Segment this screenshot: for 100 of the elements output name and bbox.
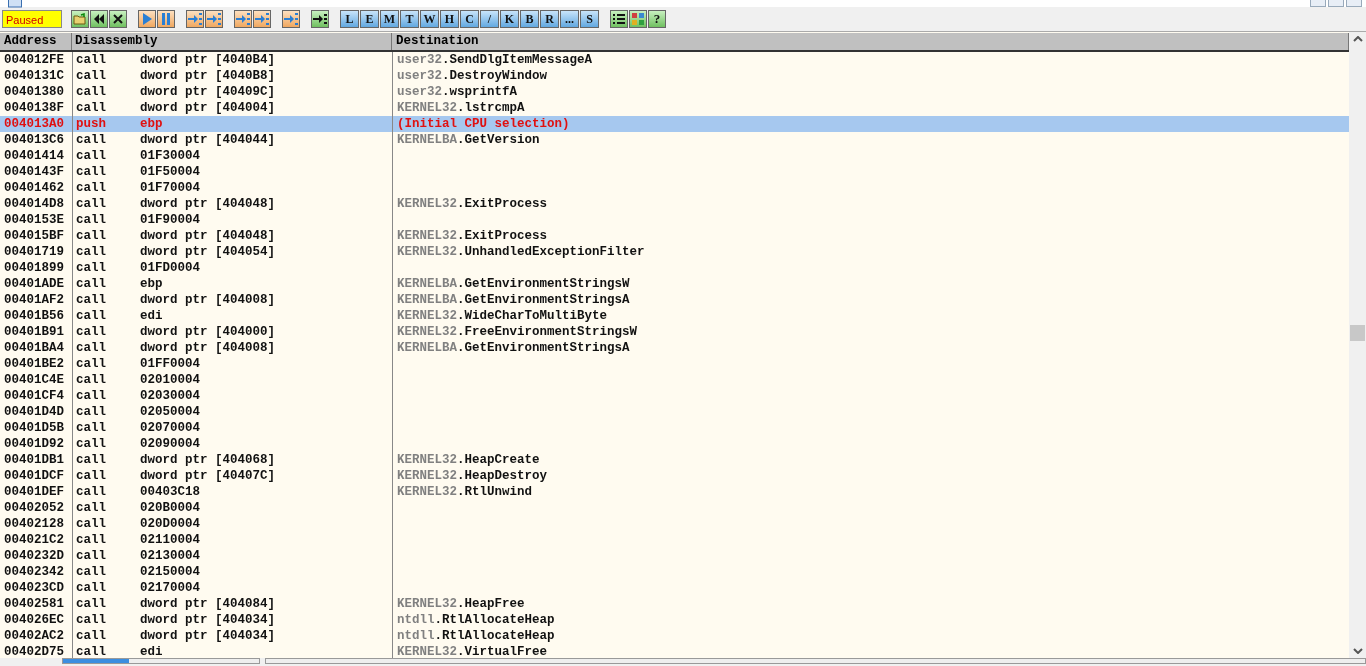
command-cell-text: call <box>76 68 107 84</box>
operand-cell: dword ptr [404034] <box>140 612 276 628</box>
operand-cell: 01FD0004 <box>140 260 200 276</box>
step-button[interactable] <box>311 10 329 28</box>
address-cell-text: 00401DEF <box>3 484 65 500</box>
address-cell-text: 00401380 <box>3 84 65 100</box>
address-cell-text: 00402342 <box>3 564 65 580</box>
help-button[interactable]: ? <box>648 10 666 28</box>
close-program-button[interactable] <box>109 10 127 28</box>
command-cell-text: call <box>76 132 107 148</box>
command-cell-text: call <box>76 644 107 658</box>
restart-button[interactable] <box>90 10 108 28</box>
address-cell-text: 00401DCF <box>3 468 65 484</box>
address-cell-text: 004013C6 <box>3 132 65 148</box>
command-cell-text: call <box>76 580 107 596</box>
destination-cell: user32.DestroyWindow <box>397 69 548 83</box>
panel-toggle-button[interactable]: K <box>500 10 519 28</box>
list-button[interactable] <box>610 10 628 28</box>
command-cell-text: call <box>76 468 107 484</box>
destination-cell: KERNELBA.GetEnvironmentStringsW <box>397 277 630 291</box>
address-cell-text: 004014D8 <box>3 196 65 212</box>
panel-toggle-button[interactable]: W <box>420 10 439 28</box>
command-cell-text: call <box>76 596 107 612</box>
command-cell-text: call <box>76 228 107 244</box>
operand-cell: dword ptr [404048] <box>140 228 276 244</box>
panel-toggle-button[interactable]: E <box>360 10 379 28</box>
panel-toggle-button[interactable]: C <box>460 10 479 28</box>
panel-toggle-button[interactable]: H <box>440 10 459 28</box>
command-cell-text: call <box>76 340 107 356</box>
address-cell-text: 004012FE <box>3 52 65 68</box>
address-cell-text: 00401414 <box>3 148 65 164</box>
grid-button[interactable] <box>629 10 647 28</box>
command-cell-text: call <box>76 548 107 564</box>
destination-cell: KERNEL32.lstrcmpA <box>397 101 525 115</box>
command-cell-text: call <box>76 388 107 404</box>
operand-cell: dword ptr [404054] <box>140 244 276 260</box>
operand-cell: ebp <box>140 276 163 292</box>
horizontal-scrollbar[interactable] <box>62 658 260 664</box>
panel-toggle-button[interactable]: / <box>480 10 499 28</box>
operand-cell: 01F70004 <box>140 180 200 196</box>
operand-cell: dword ptr [40409C] <box>140 84 276 100</box>
destination-cell: KERNEL32.VirtualFree <box>397 645 548 658</box>
address-cell-text: 00401719 <box>3 244 65 260</box>
operand-cell: dword ptr [404068] <box>140 452 276 468</box>
list-icon <box>613 13 625 25</box>
command-cell-text: call <box>76 484 107 500</box>
column-header[interactable]: Address <box>0 33 72 50</box>
horizontal-scrollbar[interactable] <box>265 658 1366 664</box>
address-cell-text: 00401B56 <box>3 308 65 324</box>
open-button[interactable] <box>71 10 89 28</box>
address-cell-text: 0040153E <box>3 212 65 228</box>
command-cell-text: call <box>76 100 107 116</box>
rewind-icon <box>93 14 105 24</box>
run-button[interactable] <box>138 10 156 28</box>
panel-toggle-button[interactable]: L <box>340 10 359 28</box>
operand-cell: 02010004 <box>140 372 200 388</box>
operand-cell: 02110004 <box>140 532 200 548</box>
scroll-thumb[interactable] <box>1350 325 1365 341</box>
command-cell-text: call <box>76 564 107 580</box>
command-cell-text: call <box>76 276 107 292</box>
operand-cell: 02050004 <box>140 404 200 420</box>
command-cell-text: call <box>76 164 107 180</box>
address-cell-text: 00401D5B <box>3 420 65 436</box>
operand-cell: 02090004 <box>140 436 200 452</box>
address-cell-text: 00401CF4 <box>3 388 65 404</box>
destination-cell: KERNELBA.GetVersion <box>397 133 540 147</box>
destination-cell: KERNEL32.ExitProcess <box>397 197 548 211</box>
pause-button[interactable] <box>157 10 175 28</box>
play-icon <box>142 13 152 25</box>
operand-cell: 02070004 <box>140 420 200 436</box>
command-cell-text: call <box>76 372 107 388</box>
address-cell-text: 00402052 <box>3 500 65 516</box>
address-cell-text: 00401D4D <box>3 404 65 420</box>
operand-cell: dword ptr [4040B8] <box>140 68 276 84</box>
column-header[interactable]: Disassembly <box>72 33 392 50</box>
panel-toggle-button[interactable]: B <box>520 10 539 28</box>
command-cell-text: call <box>76 420 107 436</box>
command-cell-text: call <box>76 212 107 228</box>
grid-icon <box>632 13 644 25</box>
operand-cell: 020B0004 <box>140 500 200 516</box>
operand-cell: dword ptr [404000] <box>140 324 276 340</box>
panel-toggle-button[interactable]: S <box>580 10 599 28</box>
command-cell-text: call <box>76 84 107 100</box>
destination-cell: ntdll.RtlAllocateHeap <box>397 629 555 643</box>
panel-toggle-button[interactable]: R <box>540 10 559 28</box>
panel-toggle-button[interactable]: T <box>400 10 419 28</box>
panel-toggle-button[interactable]: M <box>380 10 399 28</box>
destination-cell: KERNEL32.WideCharToMultiByte <box>397 309 608 323</box>
address-cell-text: 00401ADE <box>3 276 65 292</box>
address-cell-text: 00401899 <box>3 260 65 276</box>
address-cell-text: 004026EC <box>3 612 65 628</box>
panel-toggle-button[interactable]: ... <box>560 10 579 28</box>
step-arrow-icon <box>188 13 202 25</box>
command-cell-text: call <box>76 308 107 324</box>
folder-icon <box>73 13 87 25</box>
step-arrow-icon <box>207 13 221 25</box>
operand-cell: dword ptr [40407C] <box>140 468 276 484</box>
command-cell-text: call <box>76 260 107 276</box>
operand-cell: 02170004 <box>140 580 200 596</box>
address-cell-text: 00401BE2 <box>3 356 65 372</box>
